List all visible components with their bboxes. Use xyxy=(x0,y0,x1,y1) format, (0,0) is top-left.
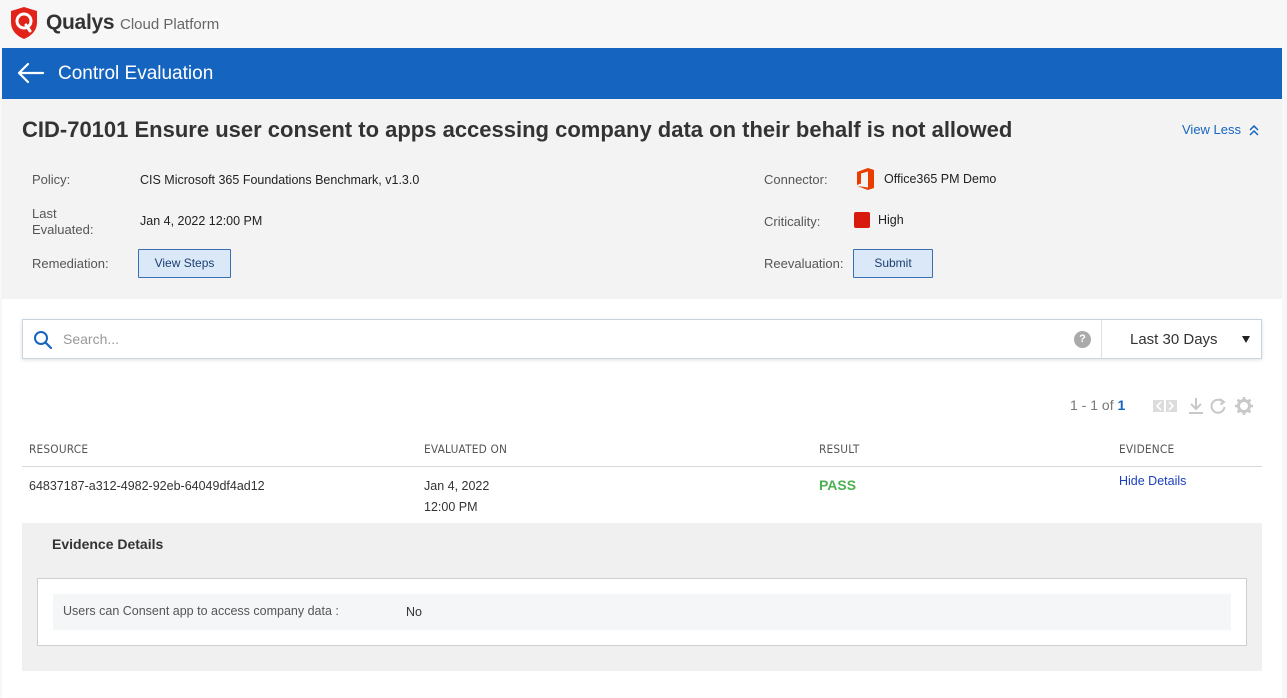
page-nav-icon[interactable] xyxy=(1152,396,1178,416)
connector-value: Office365 PM Demo xyxy=(884,172,997,186)
column-header-result[interactable]: RESULT xyxy=(819,442,860,456)
control-title: CID-70101 Ensure user consent to apps ac… xyxy=(22,117,1013,142)
evidence-label: Users can Consent app to access company … xyxy=(63,604,339,618)
evaluated-time: 12:00 PM xyxy=(424,500,478,514)
submit-button[interactable]: Submit xyxy=(853,249,933,278)
view-steps-button[interactable]: View Steps xyxy=(138,249,231,278)
reevaluation-label: Reevaluation: xyxy=(764,256,844,271)
last-evaluated-value: Jan 4, 2022 12:00 PM xyxy=(140,214,263,228)
pagination-total: 1 xyxy=(1117,397,1126,413)
page-header: Control Evaluation xyxy=(2,48,1282,99)
criticality-value: High xyxy=(878,213,904,227)
column-header-resource[interactable]: RESOURCE xyxy=(29,442,88,456)
hide-details-link[interactable]: Hide Details xyxy=(1119,474,1186,488)
column-header-evidence[interactable]: EVIDENCE xyxy=(1119,442,1174,456)
page-title: Control Evaluation xyxy=(58,63,214,84)
brand-name: Qualys xyxy=(46,11,115,34)
download-icon[interactable] xyxy=(1186,396,1206,416)
column-header-evaluated-on[interactable]: EVALUATED ON xyxy=(424,442,507,456)
caret-down-icon xyxy=(1242,336,1250,343)
criticality-indicator xyxy=(854,212,870,228)
date-range-value: Last 30 Days xyxy=(1130,331,1218,348)
settings-gear-icon[interactable] xyxy=(1234,396,1254,416)
control-detail-panel: CID-70101 Ensure user consent to apps ac… xyxy=(2,99,1282,299)
pagination-range: 1 - 1 of xyxy=(1070,397,1114,413)
result-status: PASS xyxy=(819,477,857,493)
evaluated-date: Jan 4, 2022 xyxy=(424,479,490,493)
brand-subtitle: Cloud Platform xyxy=(120,16,220,33)
back-arrow-icon[interactable] xyxy=(16,61,46,85)
remediation-label: Remediation: xyxy=(32,256,109,271)
help-icon[interactable]: ? xyxy=(1074,331,1091,348)
double-chevron-up-icon xyxy=(1249,125,1259,136)
date-range-select[interactable]: Last 30 Days xyxy=(1101,320,1262,358)
evidence-row: Users can Consent app to access company … xyxy=(53,594,1231,630)
resource-id: 64837187-a312-4982-92eb-64049df4ad12 xyxy=(29,479,265,493)
policy-label: Policy: xyxy=(32,172,71,187)
refresh-icon[interactable] xyxy=(1208,396,1228,416)
criticality-label: Criticality: xyxy=(764,214,821,229)
last-evaluated-label-line1: Last xyxy=(32,206,57,221)
pagination-summary: 1 - 1 of 1 xyxy=(1070,397,1125,413)
evidence-details-panel: Evidence Details Users can Consent app t… xyxy=(22,523,1262,671)
last-evaluated-label-line2: Evaluated: xyxy=(32,222,94,237)
table-header-divider xyxy=(22,466,1262,467)
office365-icon xyxy=(857,168,874,190)
brand-bar: Qualys Cloud Platform xyxy=(0,0,1287,48)
main-content: ? Last 30 Days 1 - 1 of 1 RESOURCE EVALU… xyxy=(2,299,1282,698)
policy-value: CIS Microsoft 365 Foundations Benchmark,… xyxy=(140,173,420,187)
evidence-value: No xyxy=(406,605,422,619)
evidence-details-title: Evidence Details xyxy=(52,536,164,552)
view-less-link[interactable]: View Less xyxy=(1182,122,1259,137)
search-icon[interactable] xyxy=(33,330,53,350)
view-less-label: View Less xyxy=(1182,122,1242,137)
evidence-details-box: Users can Consent app to access company … xyxy=(37,578,1247,646)
connector-label: Connector: xyxy=(764,172,828,187)
search-bar: ? Last 30 Days xyxy=(22,319,1262,359)
qualys-logo-icon[interactable] xyxy=(9,6,39,40)
search-input[interactable] xyxy=(63,328,1023,350)
